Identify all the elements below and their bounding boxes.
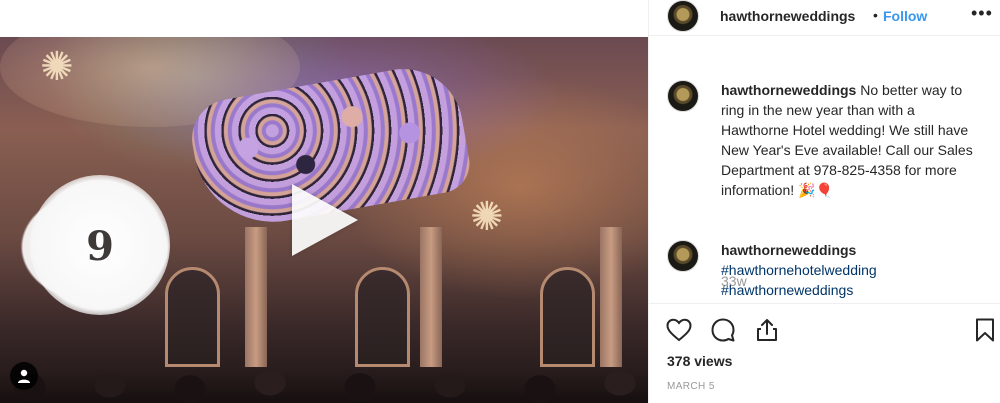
comments-list: hawthorneweddings No better way to ring …: [649, 60, 1000, 300]
hashtag-link[interactable]: #hawthornehotelwedding: [721, 262, 877, 278]
separator-dot: •: [873, 7, 878, 23]
more-options-icon[interactable]: •••: [971, 3, 993, 24]
view-count[interactable]: 378 views: [667, 353, 732, 369]
user-tag-icon[interactable]: [10, 362, 38, 390]
post-header: hawthorneweddings • Follow •••: [649, 0, 1000, 36]
comment-body: hawthorneweddings #hawthornehotelwedding…: [721, 240, 981, 300]
avatar[interactable]: [667, 0, 699, 32]
caption-body: hawthorneweddings No better way to ring …: [721, 80, 981, 200]
comment-username[interactable]: hawthorneweddings: [721, 82, 856, 98]
comment-icon[interactable]: [709, 316, 737, 344]
play-icon[interactable]: [292, 184, 358, 256]
person-icon: [18, 369, 30, 383]
bookmark-icon[interactable]: [971, 316, 999, 344]
arched-window: [165, 267, 220, 367]
chandelier-left: ✺: [40, 45, 74, 89]
projected-number: 9: [30, 175, 170, 315]
chandelier-right: ✺: [470, 195, 504, 239]
crowd: [0, 367, 648, 403]
heart-icon[interactable]: [665, 316, 693, 344]
header-username[interactable]: hawthorneweddings: [720, 8, 855, 24]
projected-number-text: 9: [86, 223, 114, 270]
post-date[interactable]: MARCH 5: [667, 381, 715, 392]
caption-text: No better way to ring in the new year th…: [721, 82, 973, 198]
hashtag-link[interactable]: #hawthorneweddings: [721, 282, 853, 298]
arched-window: [355, 267, 410, 367]
avatar[interactable]: [667, 240, 699, 272]
share-icon[interactable]: [753, 316, 781, 344]
avatar[interactable]: [667, 80, 699, 112]
media-area: ✺ ✺ 9: [0, 0, 648, 403]
post-side-panel: hawthorneweddings • Follow ••• hawthorne…: [648, 0, 1000, 403]
action-bar: 378 views MARCH 5: [649, 303, 1000, 403]
follow-button[interactable]: Follow: [883, 8, 927, 24]
comment-username[interactable]: hawthorneweddings: [721, 242, 856, 258]
arched-window: [540, 267, 595, 367]
